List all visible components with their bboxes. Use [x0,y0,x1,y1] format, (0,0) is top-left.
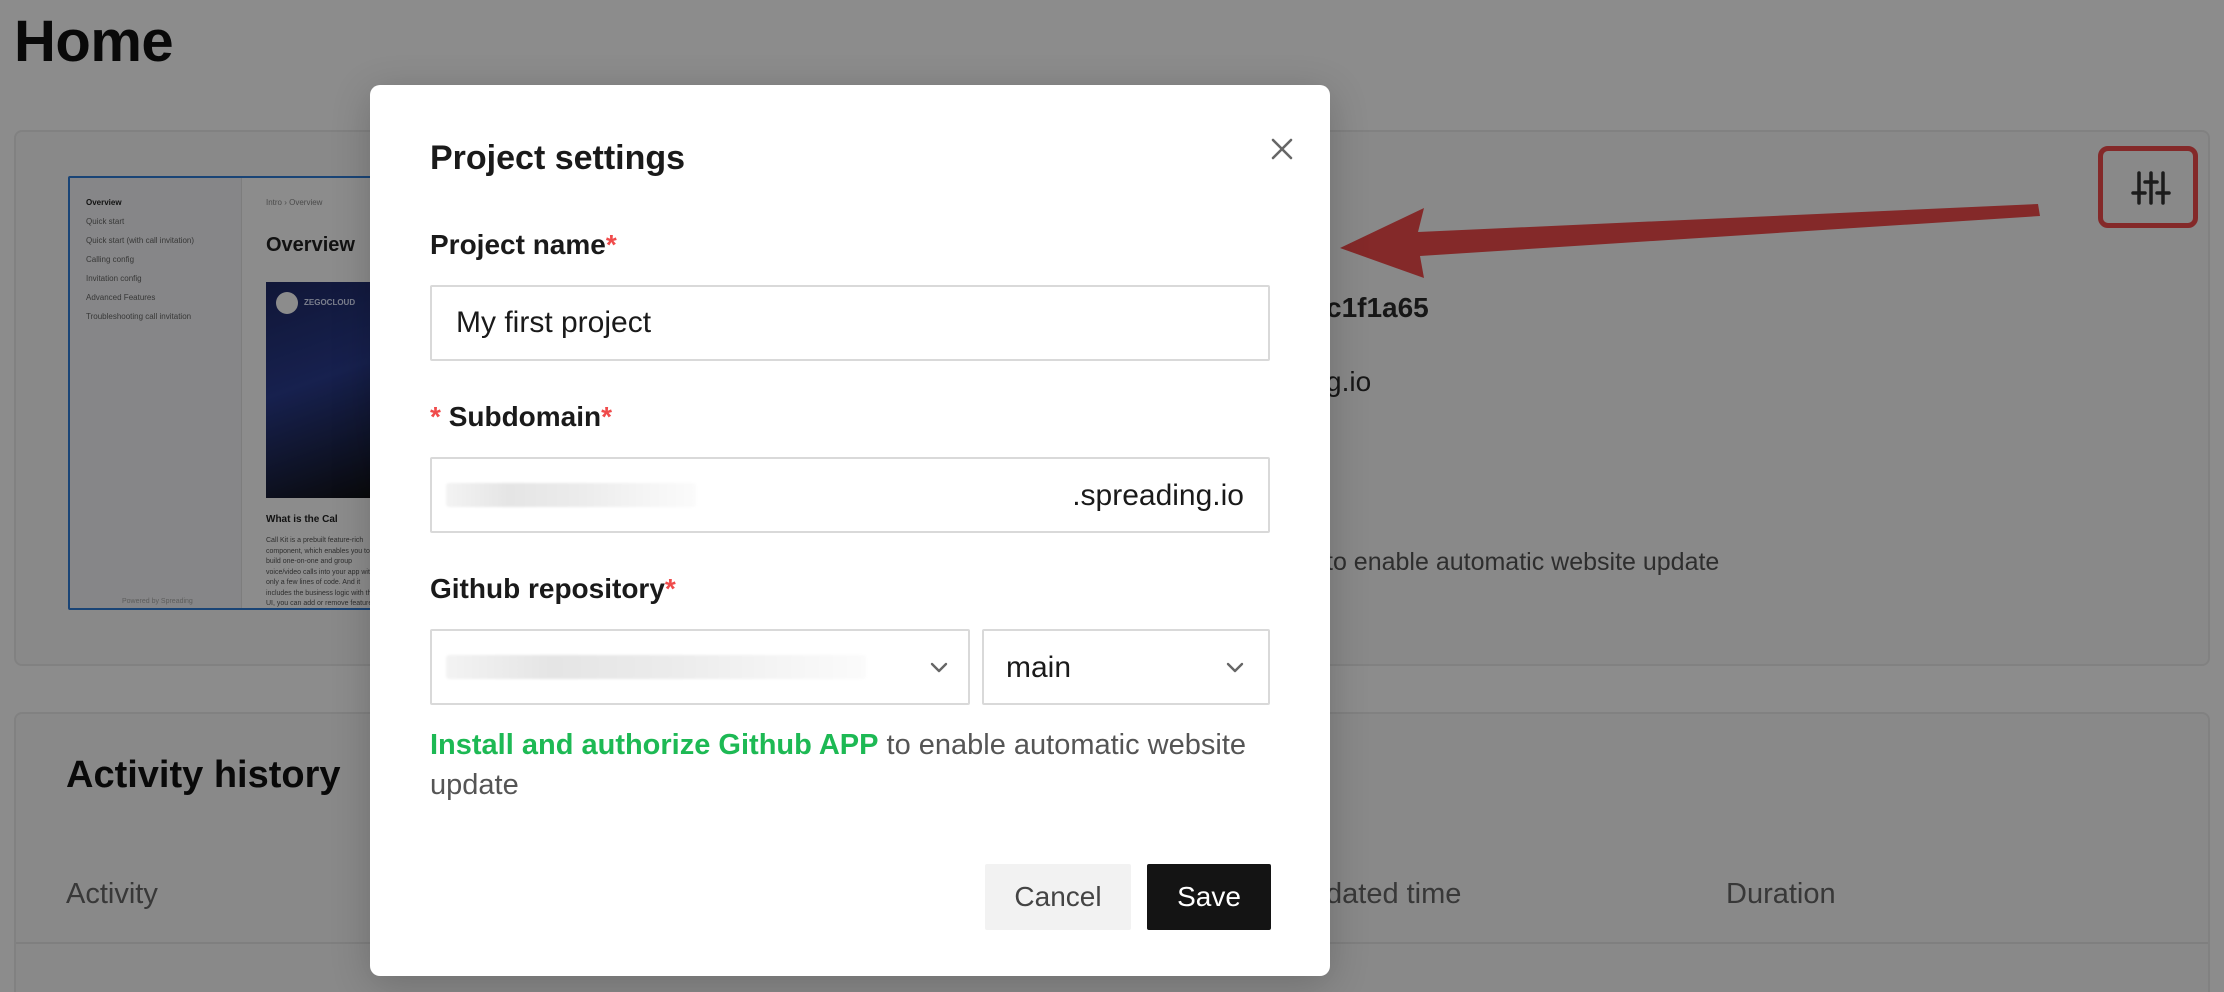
save-button[interactable]: Save [1147,864,1271,930]
branch-select[interactable]: main [982,629,1270,705]
required-mark: * [601,401,613,432]
required-mark: * [430,401,441,432]
install-github-app-link[interactable]: Install and authorize Github APP [430,729,878,761]
required-mark: * [664,573,676,604]
project-name-label-text: Project name [430,229,606,260]
subdomain-input[interactable] [432,459,1052,531]
subdomain-label-text: Subdomain [448,401,602,432]
project-name-input[interactable] [430,285,1270,361]
redacted-repository [446,655,866,679]
subdomain-label: * Subdomain* [430,401,612,433]
required-mark: * [605,229,617,260]
github-repository-label: Github repository* [430,573,676,605]
chevron-down-icon [930,662,948,673]
chevron-down-icon [1226,662,1244,673]
close-button[interactable] [1258,125,1306,173]
modal-title: Project settings [430,139,686,177]
subdomain-field[interactable]: .spreading.io [430,457,1270,533]
cancel-button[interactable]: Cancel [985,864,1131,930]
subdomain-suffix: .spreading.io [1072,479,1244,512]
branch-value: main [1006,651,1072,684]
project-settings-modal: Project settings Project name* * Subdoma… [370,85,1330,976]
repository-select[interactable] [430,629,970,705]
close-icon [1271,138,1293,160]
github-helper-text: Install and authorize Github APP to enab… [430,725,1280,805]
github-repository-label-text: Github repository [430,573,665,604]
project-name-label: Project name* [430,229,617,261]
